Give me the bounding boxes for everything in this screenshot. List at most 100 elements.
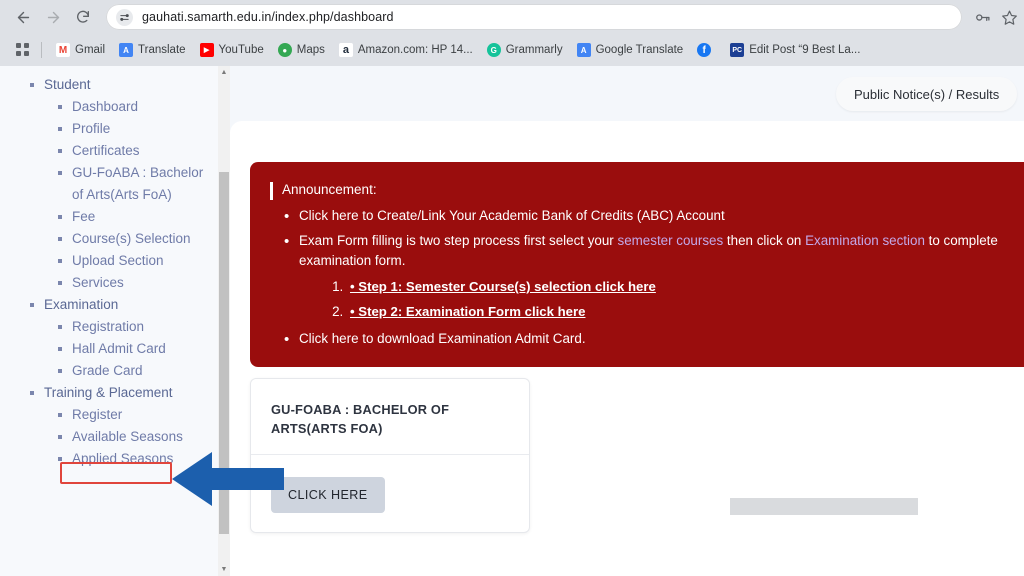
tab-public-notices-results[interactable]: Public Notice(s) / Results: [836, 77, 1018, 111]
sidebar-item-label: Hall Admit Card: [58, 338, 218, 360]
screenshot-root: gauhati.samarth.edu.in/index.php/dashboa…: [0, 0, 1024, 576]
sidebar-item-examination[interactable]: Examination Registration Hall Admit Card…: [30, 294, 218, 382]
sidebar-scrollbar-thumb[interactable]: [219, 172, 229, 534]
gmail-icon: M: [56, 43, 70, 57]
sidebar-item-fee[interactable]: Fee: [58, 206, 218, 228]
accent-bar: [270, 182, 273, 200]
forward-arrow-icon[interactable]: [38, 2, 68, 32]
bookmark-gmail[interactable]: M Gmail: [49, 40, 112, 60]
sidebar-item-label: Available Seasons: [58, 426, 218, 448]
step-1-item[interactable]: • Step 1: Semester Course(s) selection c…: [347, 277, 1024, 298]
sidebar-item-registration[interactable]: Registration: [58, 316, 218, 338]
program-card-title: GU-FOABA : BACHELOR OF ARTS(ARTS FOA): [271, 402, 450, 436]
click-here-button[interactable]: CLICK HERE: [271, 477, 385, 514]
sidebar-item-dashboard[interactable]: Dashboard: [58, 96, 218, 118]
sidebar-item-label: Certificates: [58, 140, 218, 162]
browser-toolbar: gauhati.samarth.edu.in/index.php/dashboa…: [0, 0, 1024, 34]
semester-courses-link[interactable]: semester courses: [618, 233, 724, 248]
bookmark-youtube[interactable]: ▶ YouTube: [193, 40, 271, 60]
bookmark-grammarly[interactable]: G Grammarly: [480, 40, 570, 60]
announcement-bullet-abc[interactable]: Click here to Create/Link Your Academic …: [284, 205, 1024, 228]
bookmark-label: Translate: [138, 44, 186, 56]
grammarly-icon: G: [486, 43, 501, 57]
page-viewport: Student Dashboard Profile Certificates G…: [0, 66, 1024, 576]
examination-section-link[interactable]: Examination section: [805, 233, 925, 248]
sidebar-item-label: Services: [58, 272, 218, 294]
sidebar-item-grade-card[interactable]: Grade Card: [58, 360, 218, 382]
sidebar-item-student[interactable]: Student Dashboard Profile Certificates G…: [30, 74, 218, 294]
amazon-icon: a: [338, 43, 353, 57]
back-arrow-icon[interactable]: [8, 2, 38, 32]
announcement-title: Announcement:: [282, 182, 377, 197]
bookmark-label: Grammarly: [505, 44, 563, 56]
toolbar-right-icons: [974, 3, 1018, 31]
bookmark-translate[interactable]: A Translate: [112, 40, 193, 60]
bookmark-maps[interactable]: ● Maps: [271, 40, 332, 60]
reload-icon[interactable]: [68, 2, 98, 32]
bookmark-edit-post[interactable]: PC Edit Post “9 Best La...: [723, 40, 867, 60]
sidebar-item-services[interactable]: Services: [58, 272, 218, 294]
sidebar-group-label: Examination: [30, 294, 190, 316]
notice-tabs: Public Notice(s) / Results N: [836, 77, 1024, 111]
address-bar-url: gauhati.samarth.edu.in/index.php/dashboa…: [142, 10, 394, 24]
sidebar-item-applied-seasons[interactable]: Applied Seasons: [58, 448, 218, 470]
scroll-down-arrow-icon[interactable]: ▼: [218, 563, 230, 576]
sidebar-item-hall-admit-card[interactable]: Hall Admit Card: [58, 338, 218, 360]
main-content: Public Notice(s) / Results N Announcemen…: [230, 66, 1024, 576]
sidebar-item-certificates[interactable]: Certificates: [58, 140, 218, 162]
bookmarks-bar: M Gmail A Translate ▶ YouTube ● Maps a A…: [0, 34, 1024, 66]
sidebar-item-course-selection[interactable]: Course(s) Selection: [58, 228, 218, 250]
google-translate-icon: A: [576, 43, 591, 57]
bookmark-label: YouTube: [218, 44, 264, 56]
sidebar-group-label: Training & Placement: [30, 382, 190, 404]
sidebar-item-label: Register: [58, 404, 218, 426]
exam-form-text-b: then click on: [723, 232, 806, 248]
sidebar-nav: Student Dashboard Profile Certificates G…: [0, 66, 218, 470]
star-icon[interactable]: [1001, 9, 1018, 26]
maps-icon: ●: [277, 43, 292, 57]
pc-icon: PC: [730, 43, 745, 57]
sidebar-sublist-examination: Registration Hall Admit Card Grade Card: [30, 316, 218, 382]
sidebar-item-available-seasons[interactable]: Available Seasons: [58, 426, 218, 448]
sidebar-item-label: Applied Seasons: [58, 448, 218, 470]
announcement-bullet-text: Click here to Create/Link Your Academic …: [299, 207, 725, 223]
apps-grid-icon[interactable]: [12, 39, 34, 61]
sidebar-group-student: Student Dashboard Profile Certificates G…: [0, 74, 218, 470]
sidebar-item-label: Grade Card: [58, 360, 143, 382]
bookmark-label: Amazon.com: HP 14...: [357, 44, 473, 56]
sidebar-sublist-student: Dashboard Profile Certificates GU-FoABA …: [30, 96, 218, 294]
tab-label: Public Notice(s) / Results: [854, 86, 1000, 102]
exam-form-text-a: Exam Form filling is two step process fi…: [299, 232, 618, 248]
sidebar-item-label: Course(s) Selection: [58, 228, 218, 250]
sidebar-item-label: Registration: [58, 316, 218, 338]
tune-icon[interactable]: [116, 8, 133, 26]
bookmark-google-translate[interactable]: A Google Translate: [570, 40, 691, 60]
bookmark-label: Google Translate: [595, 44, 684, 56]
sidebar-item-gu-foaba[interactable]: GU-FoABA : Bachelor of Arts(Arts FoA): [58, 162, 218, 206]
facebook-icon: f: [697, 43, 712, 57]
bookmark-facebook[interactable]: f: [690, 40, 723, 60]
sidebar-item-profile[interactable]: Profile: [58, 118, 218, 140]
program-card-body: CLICK HERE: [251, 455, 529, 535]
announcement-bullet-admitcard[interactable]: Click here to download Examination Admit…: [284, 328, 1024, 351]
translate-icon: A: [119, 43, 134, 57]
sidebar-item-register[interactable]: Register: [58, 404, 218, 426]
sidebar-group-label: Student: [30, 74, 190, 96]
key-icon[interactable]: [974, 9, 991, 26]
sidebar-item-upload-section[interactable]: Upload Section: [58, 250, 218, 272]
announcement-bullet-examform: Exam Form filling is two step process fi…: [284, 230, 1024, 323]
bookmark-amazon[interactable]: a Amazon.com: HP 14...: [332, 40, 480, 60]
step-1-link: • Step 1: Semester Course(s) selection c…: [350, 279, 656, 295]
bookmark-label: Edit Post “9 Best La...: [749, 44, 861, 56]
sidebar-item-label: Upload Section: [58, 250, 218, 272]
address-bar[interactable]: gauhati.samarth.edu.in/index.php/dashboa…: [106, 4, 962, 30]
sidebar-item-label: Profile: [58, 118, 218, 140]
bookmark-label: Maps: [296, 44, 325, 56]
scroll-up-arrow-icon[interactable]: ▲: [218, 66, 230, 79]
youtube-icon: ▶: [199, 43, 214, 57]
step-2-item[interactable]: • Step 2: Examination Form click here: [347, 302, 1024, 323]
sidebar-item-training-placement[interactable]: Training & Placement Register Available …: [30, 382, 218, 470]
sidebar: Student Dashboard Profile Certificates G…: [0, 66, 218, 576]
sidebar-item-label: Dashboard: [58, 96, 218, 118]
bookmark-label: Gmail: [75, 44, 106, 56]
